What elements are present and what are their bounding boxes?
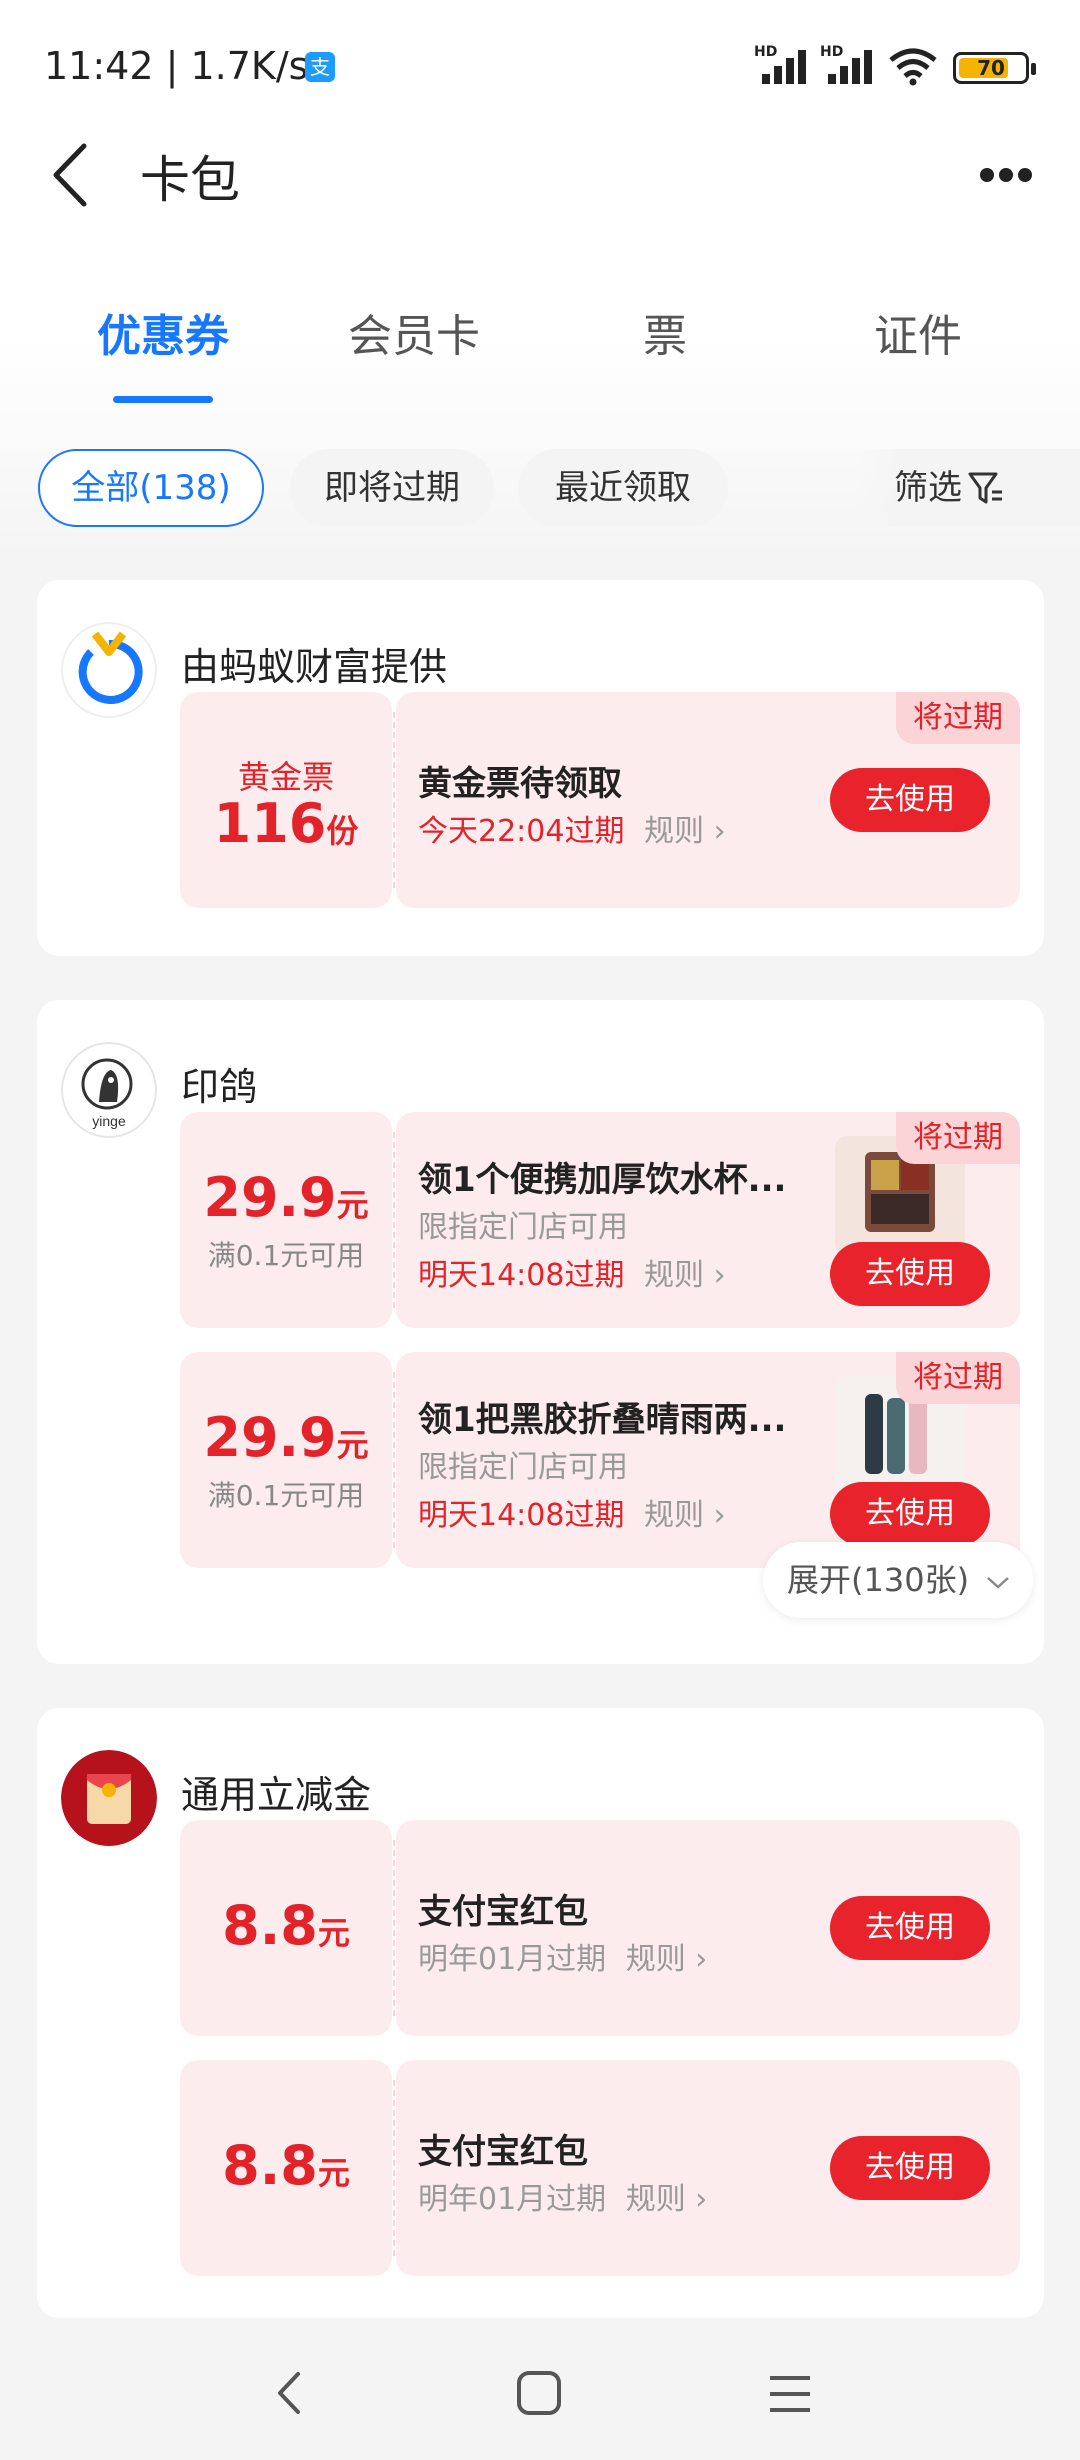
merchant-name: 由蚂蚁财富提供 bbox=[181, 645, 448, 689]
active-tab-indicator bbox=[113, 396, 213, 403]
rule-link[interactable]: 规则 bbox=[644, 1258, 704, 1293]
coupon-expiry-row: 明天14:08过期 规则 › bbox=[418, 1250, 726, 1294]
status-time: 11:42 | 1.7K/s bbox=[44, 44, 309, 88]
merchant-name: 印鸽 bbox=[181, 1065, 258, 1109]
nav-menu-icon[interactable] bbox=[768, 2374, 812, 2414]
rule-link[interactable]: 规则 bbox=[626, 1942, 686, 1977]
yinge-logo: yinge bbox=[61, 1042, 157, 1138]
coupon-condition: 满0.1元可用 bbox=[207, 1239, 365, 1272]
coupon-value: 29.9元 bbox=[203, 1406, 369, 1469]
chevron-right-icon: › bbox=[713, 814, 726, 849]
wifi-icon bbox=[889, 48, 937, 86]
coupon-value: 116份 bbox=[213, 792, 359, 855]
coupon-limit: 限指定门店可用 bbox=[418, 1210, 628, 1245]
filter-chip-all[interactable]: 全部(138) bbox=[38, 449, 264, 527]
tab-membership-cards[interactable]: 会员卡 bbox=[289, 300, 539, 364]
use-coupon-button[interactable]: 去使用 bbox=[830, 1482, 990, 1546]
tab-tickets[interactable]: 票 bbox=[540, 300, 790, 364]
filter-button[interactable]: 筛选 bbox=[858, 449, 1080, 527]
coupon-expiry-row: 明天14:08过期 规则 › bbox=[418, 1490, 726, 1534]
coupon-expiry-row: 明年01月过期 规则 › bbox=[418, 1934, 707, 1978]
use-coupon-button[interactable]: 去使用 bbox=[830, 768, 990, 832]
system-navigation-bar bbox=[0, 2320, 1080, 2460]
use-coupon-button[interactable]: 去使用 bbox=[830, 1896, 990, 1960]
use-coupon-button[interactable]: 去使用 bbox=[830, 2136, 990, 2200]
filter-funnel-icon bbox=[968, 472, 1002, 504]
chevron-right-icon: › bbox=[695, 2182, 708, 2217]
nav-back-icon[interactable] bbox=[272, 2368, 308, 2418]
use-coupon-button[interactable]: 去使用 bbox=[830, 1242, 990, 1306]
expiring-badge: 将过期 bbox=[896, 692, 1020, 744]
coupon-expiry-row: 明年01月过期 规则 › bbox=[418, 2174, 707, 2218]
coupon-title: 支付宝红包 bbox=[418, 1892, 588, 1932]
filter-chip-recent[interactable]: 最近领取 bbox=[518, 449, 728, 527]
chevron-right-icon: › bbox=[695, 1942, 708, 1977]
expiring-badge: 将过期 bbox=[896, 1112, 1020, 1164]
coupon-value: 29.9元 bbox=[203, 1166, 369, 1229]
rule-link[interactable]: 规则 bbox=[644, 814, 704, 849]
coupon-group-card: 通用立减金 8.8元 支付宝红包 明年01月过期 规则 › 去使用 8.8元 支… bbox=[37, 1708, 1044, 2318]
chevron-down-icon bbox=[987, 1577, 1010, 1589]
chevron-right-icon: › bbox=[713, 1498, 726, 1533]
signal-icon: HD bbox=[820, 44, 880, 84]
ant-fortune-logo bbox=[61, 622, 157, 718]
expand-label: 展开(130张) bbox=[787, 1561, 970, 1599]
filter-chip-expiring[interactable]: 即将过期 bbox=[290, 449, 494, 527]
tab-documents[interactable]: 证件 bbox=[793, 300, 1043, 364]
back-arrow-icon[interactable] bbox=[48, 140, 98, 210]
coupon-title: 黄金票待领取 bbox=[418, 764, 622, 804]
page-title: 卡包 bbox=[140, 151, 240, 209]
more-options-icon[interactable] bbox=[976, 160, 1036, 190]
coupon-item[interactable]: 8.8元 支付宝红包 明年01月过期 规则 › 去使用 bbox=[180, 1820, 1020, 2036]
coupon-expiry: 明年01月过期 bbox=[418, 1942, 607, 1977]
coupon-value: 8.8元 bbox=[222, 1894, 350, 1957]
coupon-expiry: 今天22:04过期 bbox=[418, 814, 625, 849]
coupon-expiry: 明天14:08过期 bbox=[418, 1258, 625, 1293]
coupon-item[interactable]: 29.9元 满0.1元可用 领1个便携加厚饮水杯... 限指定门店可用 明天14… bbox=[180, 1112, 1020, 1328]
nav-home-icon[interactable] bbox=[516, 2370, 562, 2416]
signal-icon: HD bbox=[754, 44, 814, 84]
coupon-item[interactable]: 29.9元 满0.1元可用 领1把黑胶折叠晴雨两... 限指定门店可用 明天14… bbox=[180, 1352, 1020, 1568]
coupon-title: 领1个便携加厚饮水杯... bbox=[418, 1160, 787, 1200]
coupon-item[interactable]: 黄金票 116份 黄金票待领取 今天22:04过期 规则 › 去使用 将过期 bbox=[180, 692, 1020, 908]
expand-more-button[interactable]: 展开(130张) bbox=[763, 1542, 1033, 1618]
coupon-limit: 限指定门店可用 bbox=[418, 1450, 628, 1485]
chevron-right-icon: › bbox=[713, 1258, 726, 1293]
alipay-notification-icon: 支 bbox=[305, 52, 335, 82]
battery-icon: 70 bbox=[953, 52, 1036, 84]
coupon-title: 领1把黑胶折叠晴雨两... bbox=[418, 1400, 787, 1440]
merchant-name: 通用立减金 bbox=[181, 1773, 372, 1817]
coupon-expiry-row: 今天22:04过期 规则 › bbox=[418, 806, 726, 850]
filter-label: 筛选 bbox=[894, 468, 962, 508]
coupon-condition: 满0.1元可用 bbox=[207, 1479, 365, 1512]
coupon-expiry: 明天14:08过期 bbox=[418, 1498, 625, 1533]
coupon-value: 8.8元 bbox=[222, 2134, 350, 2197]
svg-text:yinge: yinge bbox=[92, 1113, 126, 1129]
coupon-group-card: 由蚂蚁财富提供 黄金票 116份 黄金票待领取 今天22:04过期 规则 › 去… bbox=[37, 580, 1044, 956]
tab-coupons[interactable]: 优惠券 bbox=[38, 300, 288, 364]
status-bar: 11:42 | 1.7K/s 支 HD HD 70 bbox=[0, 0, 1080, 130]
red-packet-logo bbox=[61, 1750, 157, 1846]
expiring-badge: 将过期 bbox=[896, 1352, 1020, 1404]
rule-link[interactable]: 规则 bbox=[644, 1498, 704, 1533]
coupon-title: 支付宝红包 bbox=[418, 2132, 588, 2172]
tab-bar: 优惠券 会员卡 票 证件 bbox=[0, 300, 1080, 410]
coupon-expiry: 明年01月过期 bbox=[418, 2182, 607, 2217]
rule-link[interactable]: 规则 bbox=[626, 2182, 686, 2217]
coupon-item[interactable]: 8.8元 支付宝红包 明年01月过期 规则 › 去使用 bbox=[180, 2060, 1020, 2276]
